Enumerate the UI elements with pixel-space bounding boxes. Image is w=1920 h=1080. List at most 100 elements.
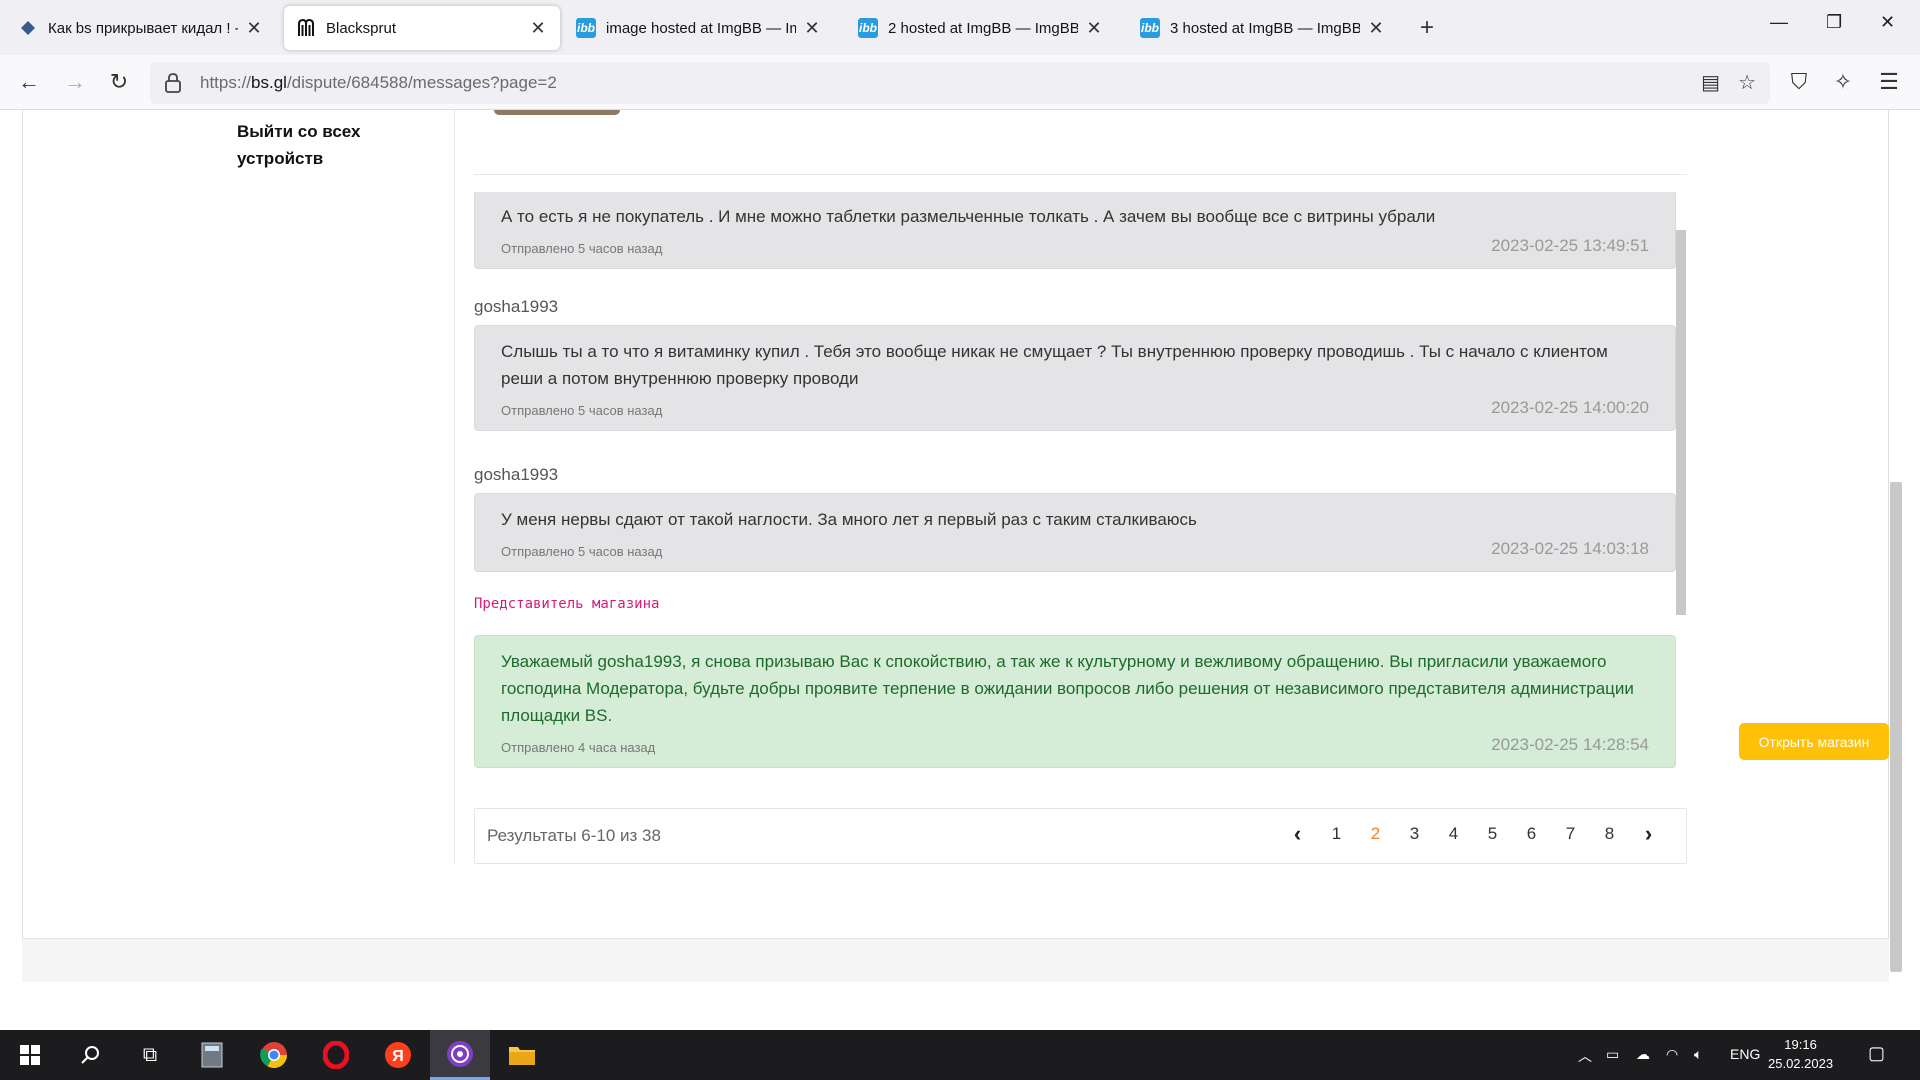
page-link[interactable]: 4 (1434, 824, 1473, 844)
shield-icon[interactable]: ⛉ (1784, 67, 1814, 97)
back-arrow-icon[interactable]: ← (14, 67, 44, 97)
reload-icon[interactable]: ↻ (104, 67, 134, 97)
file-explorer-icon[interactable] (492, 1030, 552, 1080)
ibb-icon: ibb (1140, 18, 1160, 38)
message-text: У меня нервы сдают от такой наглости. За… (501, 510, 1197, 529)
page-link[interactable]: 8 (1590, 824, 1629, 844)
close-tab-icon[interactable]: ✕ (528, 18, 548, 39)
task-view-icon[interactable]: ⧉ (120, 1030, 180, 1080)
browser-navbar: ← → ↻ https://bs.gl/dispute/684588/messa… (0, 55, 1920, 110)
close-window-icon[interactable]: ✕ (1880, 12, 1895, 33)
page-scrollbar[interactable] (1890, 482, 1902, 972)
volume-icon[interactable]: 🔈︎ (1694, 1046, 1702, 1063)
logout-all-devices-link[interactable]: Выйти со всех устройств (237, 118, 397, 172)
new-tab-plus-icon[interactable]: + (1420, 14, 1434, 42)
bookmark-star-icon[interactable]: ☆ (1738, 70, 1756, 95)
shop-representative-label: Представитель магазина (474, 596, 660, 612)
close-tab-icon[interactable]: ✕ (244, 18, 264, 39)
diamond-icon (18, 18, 38, 38)
message-bubble: У меня нервы сдают от такой наглости. За… (474, 493, 1676, 572)
close-tab-icon[interactable]: ✕ (802, 18, 822, 39)
chrome-icon[interactable] (244, 1030, 304, 1080)
page-content: Выйти со всех устройств А то есть я не п… (0, 110, 1920, 1030)
yandex-browser-icon[interactable]: Я (368, 1030, 428, 1080)
message-text: А то есть я не покупатель . И мне можно … (501, 207, 1436, 226)
divider (474, 174, 1687, 175)
tor-browser-icon[interactable] (430, 1030, 490, 1080)
message-sent-ago: Отправлено 5 часов назад (501, 403, 663, 418)
page-link[interactable]: 7 (1551, 824, 1590, 844)
message-text: Слышь ты а то что я витаминку купил . Те… (501, 342, 1608, 388)
forward-arrow-icon[interactable]: → (60, 67, 90, 97)
search-icon[interactable] (60, 1030, 120, 1080)
clock-time: 19:16 (1784, 1037, 1817, 1052)
message-bubble: А то есть я не покупатель . И мне можно … (474, 192, 1676, 269)
wifi-icon[interactable]: ◠ (1666, 1046, 1678, 1063)
tab-title: Как bs прикрывает кидал ! - |R (48, 19, 238, 37)
tab-imgbb-2[interactable]: ibb 2 hosted at ImgBB — ImgBB ✕ (846, 6, 1116, 50)
tab-kak-bs[interactable]: Как bs прикрывает кидал ! - |R ✕ (6, 6, 276, 50)
minimize-window-icon[interactable]: — (1770, 12, 1788, 33)
next-page-chevron-icon[interactable]: › (1629, 823, 1668, 845)
message-timestamp: 2023-02-25 14:00:20 (1491, 398, 1649, 417)
message-list: А то есть я не покупатель . И мне можно … (474, 192, 1680, 867)
cloud-sync-icon[interactable]: ☁ (1636, 1046, 1650, 1063)
windows-taskbar: ⧉ Я ︿ ▭ ☁ ◠ 🔈︎ ENG 19:16 25.02.2023 ▢ (0, 1030, 1920, 1080)
prev-page-chevron-icon[interactable]: ‹ (1278, 823, 1317, 845)
blacksprut-icon (296, 18, 316, 38)
svg-text:Я: Я (392, 1048, 404, 1065)
open-shop-button[interactable]: Открыть магазин (1739, 723, 1889, 760)
page-link[interactable]: 5 (1473, 824, 1512, 844)
page-link[interactable]: 6 (1512, 824, 1551, 844)
input-language[interactable]: ENG (1730, 1046, 1760, 1062)
notifications-icon[interactable]: ▢ (1868, 1043, 1885, 1064)
message-author: gosha1993 (474, 465, 559, 484)
calculator-icon[interactable] (182, 1030, 242, 1080)
message-timestamp: 2023-02-25 14:03:18 (1491, 539, 1649, 558)
message-list-scrollbar[interactable] (1676, 230, 1686, 615)
extensions-icon[interactable]: ✧ (1828, 67, 1858, 97)
url-host: bs.gl (251, 73, 287, 92)
results-count: Результаты 6-10 из 38 (487, 826, 661, 845)
message-sent-ago: Отправлено 5 часов назад (501, 544, 663, 559)
browser-tab-strip: Как bs прикрывает кидал ! - |R ✕ Blacksp… (0, 0, 1920, 55)
page-link[interactable]: 1 (1317, 824, 1356, 844)
close-tab-icon[interactable]: ✕ (1366, 18, 1386, 39)
menu-hamburger-icon[interactable]: ☰ (1874, 67, 1904, 97)
page-footer (22, 938, 1889, 982)
message-timestamp: 2023-02-25 14:28:54 (1491, 735, 1649, 754)
url-path: /dispute/684588/messages?page=2 (286, 73, 557, 92)
tab-imgbb-3[interactable]: ibb 3 hosted at ImgBB — ImgBB ✕ (1128, 6, 1398, 50)
ibb-icon: ibb (576, 18, 596, 38)
reader-view-icon[interactable]: ▤ (1701, 70, 1720, 95)
message-text: Уважаемый gosha1993, я снова призываю Ва… (501, 652, 1634, 725)
tab-blacksprut[interactable]: Blacksprut ✕ (284, 6, 560, 50)
frame-border-right (1888, 110, 1889, 982)
tab-title: image hosted at ImgBB — ImgB (606, 19, 796, 37)
attachment-thumbnail[interactable] (494, 110, 620, 115)
message-author: gosha1993 (474, 297, 559, 316)
page-link[interactable]: 3 (1395, 824, 1434, 844)
pagination: Результаты 6-10 из 38 ‹ 1 2 3 4 5 6 7 8 … (474, 808, 1687, 864)
tab-title: Blacksprut (326, 19, 397, 37)
close-tab-icon[interactable]: ✕ (1084, 18, 1104, 39)
restore-window-icon[interactable]: ❐ (1826, 12, 1842, 33)
battery-icon[interactable]: ▭ (1606, 1046, 1619, 1063)
tab-imgbb-1[interactable]: ibb image hosted at ImgBB — ImgB ✕ (564, 6, 834, 50)
page-link-current[interactable]: 2 (1356, 824, 1395, 844)
message-sent-ago: Отправлено 4 часа назад (501, 740, 656, 755)
opera-icon[interactable] (306, 1030, 366, 1080)
frame-border-left (22, 110, 23, 982)
clock-date: 25.02.2023 (1768, 1056, 1834, 1071)
message-bubble: Слышь ты а то что я витаминку купил . Те… (474, 325, 1676, 431)
shop-message-bubble: Уважаемый gosha1993, я снова призываю Ва… (474, 635, 1676, 768)
lock-icon (164, 72, 182, 94)
tab-title: 3 hosted at ImgBB — ImgBB (1170, 19, 1360, 37)
ibb-icon: ibb (858, 18, 878, 38)
url-bar[interactable]: https://bs.gl/dispute/684588/messages?pa… (150, 62, 1770, 104)
taskbar-clock[interactable]: 19:16 25.02.2023 (1768, 1035, 1833, 1073)
show-hidden-icons-chevron-icon[interactable]: ︿ (1578, 1046, 1592, 1066)
windows-start-icon[interactable] (0, 1030, 60, 1080)
message-sent-ago: Отправлено 5 часов назад (501, 241, 663, 256)
tab-title: 2 hosted at ImgBB — ImgBB (888, 19, 1078, 37)
